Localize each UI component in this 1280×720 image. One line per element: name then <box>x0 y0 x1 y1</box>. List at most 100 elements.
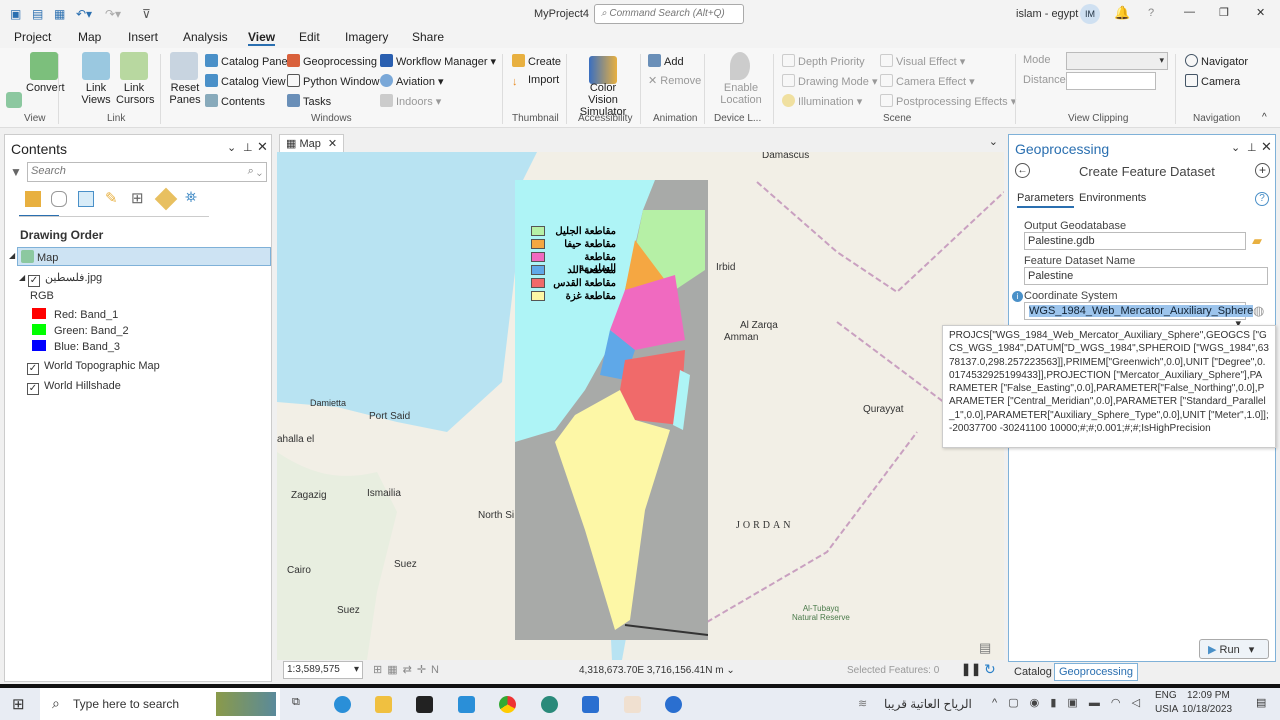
run-button[interactable]: ▶ Run ▾ <box>1199 639 1269 659</box>
catalog-view-button[interactable]: Catalog View <box>205 74 286 88</box>
pane-options-icon[interactable]: ⌄ <box>1231 141 1240 154</box>
taskbar-search[interactable]: ⌕ Type here to search <box>40 688 280 720</box>
add-icon[interactable]: + <box>1255 163 1270 178</box>
input-region[interactable]: USIA <box>1155 704 1178 715</box>
animation-remove-button[interactable]: ✕ Remove <box>648 74 701 87</box>
qgis-icon[interactable] <box>541 696 558 713</box>
checkbox[interactable]: ✓ <box>27 383 39 395</box>
expand-icon[interactable]: ◢ <box>19 273 25 282</box>
collapse-ribbon-icon[interactable]: ^ <box>1262 112 1267 123</box>
contents-button[interactable]: Contents <box>205 94 265 108</box>
list-by-labeling-icon[interactable] <box>154 187 178 211</box>
tab-environments[interactable]: Environments <box>1079 192 1146 204</box>
clock-time[interactable]: 12:09 PM <box>1187 690 1230 701</box>
restore-button[interactable]: ❐ <box>1219 6 1229 19</box>
new-project-icon[interactable]: ▣ <box>10 7 21 21</box>
camera-effect-button[interactable]: Camera Effect ▾ <box>880 74 975 88</box>
selected-features[interactable]: Selected Features: 0 <box>847 665 939 676</box>
depth-priority-button[interactable]: Depth Priority <box>782 54 865 68</box>
info-icon[interactable]: i <box>1012 291 1023 302</box>
weather-text[interactable]: الرياح العاتية قريبا <box>884 697 972 711</box>
store-icon[interactable] <box>416 696 433 713</box>
close-pane-icon[interactable]: ✕ <box>1261 139 1272 155</box>
open-project-icon[interactable]: ▤ <box>32 7 43 21</box>
save-project-icon[interactable]: ▦ <box>54 7 65 21</box>
map-canvas[interactable]: مقاطعة الجليل مقاطعة حيفا مقاطعة السامري… <box>277 152 1004 660</box>
tab-options-icon[interactable]: ⌄ <box>989 135 998 148</box>
map-tree-item-label[interactable]: Map <box>21 250 58 264</box>
thumbnail-import-button[interactable]: ↓ Import <box>512 74 559 89</box>
visual-effect-button[interactable]: Visual Effect ▾ <box>880 54 965 68</box>
redo-icon[interactable]: ↷▾ <box>105 7 121 21</box>
map-view-icon[interactable] <box>6 92 22 108</box>
coordinates-readout[interactable]: 4,318,673.70E 3,716,156.41N m ⌄ <box>579 665 735 676</box>
chrome-icon[interactable] <box>499 696 516 713</box>
link-cursors-button[interactable]: Link Cursors <box>116 82 155 106</box>
undo-icon[interactable]: ↶▾ <box>76 7 92 21</box>
powerpoint-icon[interactable] <box>624 696 641 713</box>
notifications-icon[interactable]: ▤ <box>1256 696 1266 709</box>
tab-share[interactable]: Share <box>412 30 444 44</box>
geoprocessing-button[interactable]: Geoprocessing <box>287 54 377 68</box>
task-view-icon[interactable]: ⧉ <box>292 696 300 709</box>
refresh-icon[interactable]: ↻ <box>984 661 996 678</box>
notification-bell-icon[interactable]: 🔔 <box>1114 5 1130 21</box>
globe-icon[interactable]: ◍ <box>1253 303 1264 319</box>
reset-panes-button[interactable]: Reset Panes <box>168 82 202 106</box>
tasks-button[interactable]: Tasks <box>287 94 331 108</box>
map-tips-icon[interactable]: ▤ <box>979 640 991 656</box>
contents-search-input[interactable]: Search ⌕ ⌄ <box>27 162 267 182</box>
checkbox[interactable]: ✓ <box>27 363 39 375</box>
link-views-button[interactable]: Link Views <box>80 82 112 106</box>
map-tools-icons[interactable]: ⊞▦⇄✛N <box>373 663 444 676</box>
tab-map[interactable]: Map <box>78 30 101 44</box>
help-button[interactable]: ? <box>1148 7 1154 19</box>
workflow-manager-button[interactable]: Workflow Manager ▾ <box>380 54 496 68</box>
clock-date[interactable]: 10/18/2023 <box>1182 704 1232 715</box>
app-icon[interactable] <box>582 696 599 713</box>
list-by-editing-icon[interactable]: ✎ <box>105 189 118 207</box>
folder-icon[interactable]: ▰ <box>1252 233 1262 249</box>
minimize-button[interactable]: — <box>1184 6 1195 18</box>
camera-button[interactable]: Camera <box>1185 74 1240 88</box>
coordinate-system-select[interactable]: WGS_1984_Web_Mercator_Auxiliary_Sphere ▾ <box>1024 302 1254 330</box>
user-name[interactable]: islam - egypt <box>1016 8 1078 20</box>
file-explorer-icon[interactable] <box>375 696 392 713</box>
close-button[interactable]: ✕ <box>1256 6 1265 19</box>
distance-input[interactable] <box>1066 72 1156 90</box>
layer-world-hillshade[interactable]: ✓ World Hillshade <box>27 380 121 395</box>
list-by-drawing-order-icon[interactable] <box>25 191 41 207</box>
tab-parameters[interactable]: Parameters <box>1017 192 1074 208</box>
avatar[interactable]: IM <box>1080 4 1100 24</box>
output-gdb-input[interactable]: Palestine.gdb <box>1024 232 1246 250</box>
expand-icon[interactable]: ◢ <box>9 251 15 260</box>
layer-palestine-jpg[interactable]: ✓ فلسطين.jpg <box>28 271 102 287</box>
command-search-input[interactable]: ⌕ Command Search (Alt+Q) <box>594 4 744 24</box>
tab-geoprocessing[interactable]: Geoprocessing <box>1054 663 1138 681</box>
system-tray-icons[interactable]: ^ ▢ ◉ ▮ ▣ ▬ ◠ ◁ <box>992 696 1144 709</box>
arcgis-pro-icon[interactable] <box>665 696 682 713</box>
postprocessing-effects-button[interactable]: Postprocessing Effects ▾ <box>880 94 1016 108</box>
aviation-button[interactable]: Aviation ▾ <box>380 74 444 88</box>
navigator-button[interactable]: Navigator <box>1185 54 1248 68</box>
back-icon[interactable]: ← <box>1015 163 1030 178</box>
drawing-mode-button[interactable]: Drawing Mode ▾ <box>782 74 878 88</box>
filter-icon[interactable]: ▼ <box>10 165 22 179</box>
weather-icon[interactable]: ≋ <box>858 697 867 710</box>
enable-location-button[interactable]: Enable Location <box>716 82 766 106</box>
mode-select[interactable]: ▾ <box>1066 52 1168 70</box>
mail-icon[interactable] <box>458 696 475 713</box>
customize-toolbar-icon[interactable]: ⊽ <box>142 7 151 21</box>
tab-catalog[interactable]: Catalog <box>1014 666 1052 678</box>
indoors-button[interactable]: Indoors ▾ <box>380 94 441 108</box>
python-window-button[interactable]: Python Window <box>287 74 379 88</box>
list-by-source-icon[interactable] <box>51 191 67 207</box>
windows-start-icon[interactable]: ⊞ <box>12 695 25 713</box>
checkbox[interactable]: ✓ <box>28 275 40 287</box>
catalog-pane-button[interactable]: Catalog Pane <box>205 54 288 68</box>
layer-world-topographic-map[interactable]: ✓ World Topographic Map <box>27 360 160 375</box>
tab-map-view[interactable]: ▦ Map ✕ <box>279 134 345 153</box>
animation-add-button[interactable]: Add <box>648 54 684 68</box>
illumination-button[interactable]: Illumination ▾ <box>782 94 862 108</box>
tab-analysis[interactable]: Analysis <box>183 30 228 44</box>
